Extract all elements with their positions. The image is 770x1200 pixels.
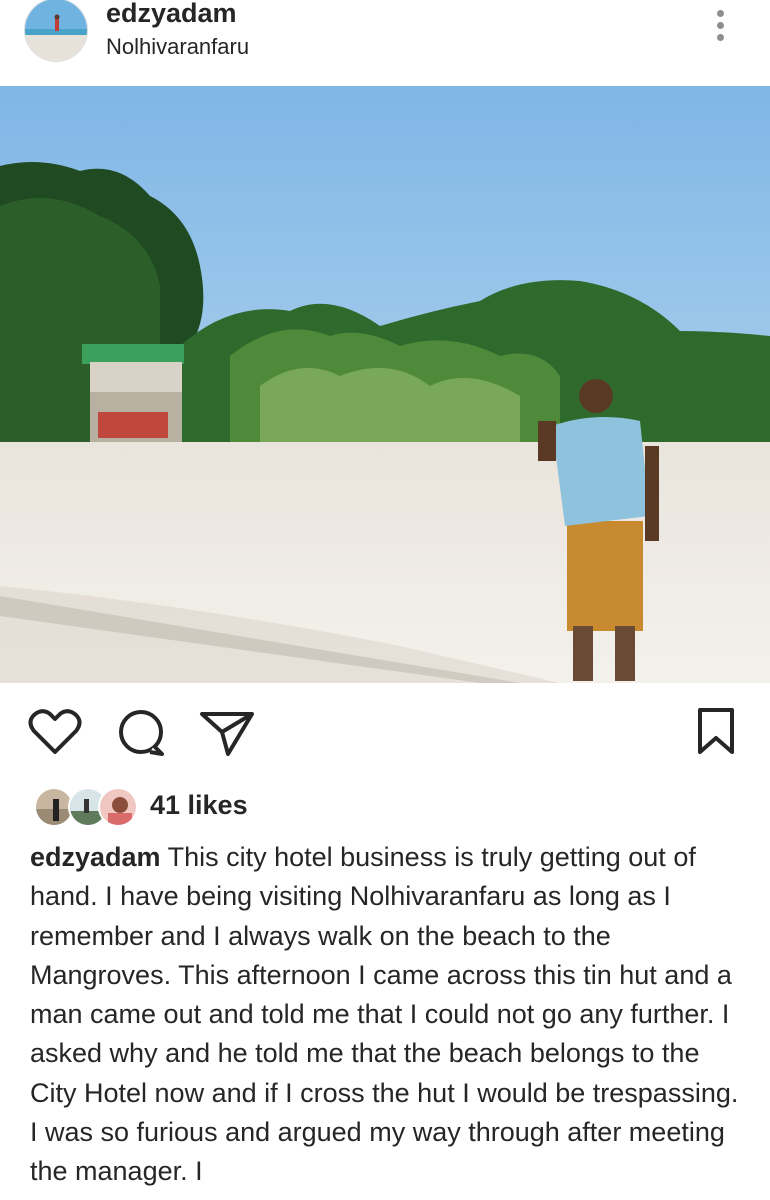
comment-icon[interactable] [116, 708, 168, 763]
post-photo[interactable] [0, 86, 770, 683]
paper-plane-icon[interactable] [198, 708, 256, 763]
caption-username[interactable]: edzyadam [30, 842, 161, 872]
likes-count[interactable]: 41 likes [150, 790, 248, 821]
post-header: edzyadam Nolhivaranfaru [0, 0, 770, 86]
action-bar [0, 700, 770, 764]
liker-avatar[interactable] [98, 787, 138, 827]
user-avatar[interactable] [24, 0, 88, 62]
post-caption: edzyadam This city hotel business is tru… [30, 838, 748, 1192]
post-username[interactable]: edzyadam [106, 0, 237, 29]
likes-row: 41 likes [0, 782, 770, 830]
caption-text: This city hotel business is truly gettin… [30, 842, 739, 1187]
more-vertical-icon[interactable] [706, 10, 734, 50]
heart-icon[interactable] [28, 708, 82, 761]
post-location[interactable]: Nolhivaranfaru [106, 34, 249, 60]
bookmark-icon[interactable] [696, 708, 736, 761]
